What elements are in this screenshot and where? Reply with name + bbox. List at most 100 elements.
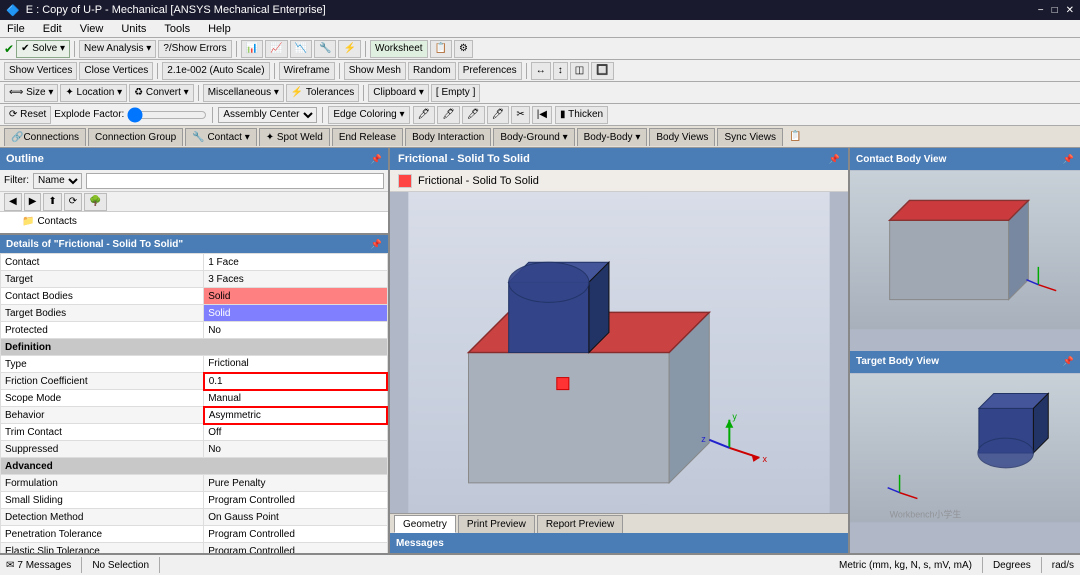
menu-help[interactable]: Help	[205, 23, 234, 35]
svg-text:y: y	[732, 412, 737, 422]
empty-button[interactable]: [ Empty ]	[431, 84, 480, 102]
details-value-detection-method[interactable]: On Gauss Point	[204, 509, 387, 526]
wireframe-button[interactable]: Wireframe	[279, 62, 335, 80]
solve-button[interactable]: ✔ Solve ▾	[16, 40, 70, 58]
tab-end-release[interactable]: End Release	[332, 128, 403, 146]
icon-btn-1[interactable]: 📊	[241, 40, 263, 58]
filter-input[interactable]	[86, 173, 384, 189]
tab-spot-weld[interactable]: ✦ Spot Weld	[259, 128, 330, 146]
outline-fwd-btn[interactable]: ▶	[24, 193, 42, 211]
tab-report-preview[interactable]: Report Preview	[537, 515, 623, 533]
edge-coloring-button[interactable]: Edge Coloring ▾	[328, 106, 409, 124]
menu-file[interactable]: File	[4, 23, 28, 35]
details-label-target: Target	[1, 271, 204, 288]
target-body-view[interactable]: Workbench小学生	[850, 373, 1080, 554]
edge-icon-1[interactable]: 🖊	[413, 106, 436, 124]
thicken-button[interactable]: ▮ Thicken	[555, 106, 608, 124]
worksheet-icon-btn[interactable]: 📋	[430, 40, 452, 58]
tab-connections[interactable]: 🔗 Connections	[4, 128, 86, 146]
tab-body-ground[interactable]: Body-Ground ▾	[493, 128, 574, 146]
outline-back-btn[interactable]: ◀	[4, 193, 22, 211]
view-btn-1[interactable]: ↔	[531, 62, 551, 80]
close-btn[interactable]: ✕	[1066, 5, 1074, 16]
preferences-button[interactable]: Preferences	[458, 62, 522, 80]
location-button[interactable]: ✦ Location ▾	[60, 84, 127, 102]
pin-btn[interactable]: 📌	[829, 154, 840, 165]
svg-text:Workbench小学生: Workbench小学生	[890, 508, 962, 519]
details-value-friction-coeff[interactable]: 0.1	[204, 373, 387, 390]
view-btn-2[interactable]: ↕	[553, 62, 568, 80]
details-value-elastic-slip[interactable]: Program Controlled	[204, 543, 387, 554]
tab-body-body[interactable]: Body-Body ▾	[577, 128, 648, 146]
edge-icon-4[interactable]: 🖊	[487, 106, 510, 124]
edge-icon-2[interactable]: 🖊	[437, 106, 460, 124]
details-value-formulation[interactable]: Pure Penalty	[204, 475, 387, 492]
icon-btn-4[interactable]: 🔧	[314, 40, 336, 58]
menu-units[interactable]: Units	[118, 23, 149, 35]
explode-slider[interactable]	[127, 108, 207, 122]
tab-contact[interactable]: 🔧 Contact ▾	[185, 128, 257, 146]
details-value-penetration-tol[interactable]: Program Controlled	[204, 526, 387, 543]
size-button[interactable]: ⟺ Size ▾	[4, 84, 58, 102]
show-mesh-button[interactable]: Show Mesh	[344, 62, 406, 80]
filter-type-select[interactable]: Name	[33, 173, 82, 189]
show-errors-button[interactable]: ?/Show Errors	[158, 40, 231, 58]
status-sep-1	[81, 557, 82, 573]
edge-icon-3[interactable]: 🖊	[462, 106, 485, 124]
details-value-trim-contact[interactable]: Off	[204, 424, 387, 441]
icon-btn-5[interactable]: ⚡	[338, 40, 360, 58]
details-value-protected[interactable]: No	[204, 322, 387, 339]
details-value-target[interactable]: 3 Faces	[204, 271, 387, 288]
details-value-behavior[interactable]: Asymmetric	[204, 407, 387, 424]
extra-icon-btn[interactable]: ⚙	[454, 40, 473, 58]
menu-edit[interactable]: Edit	[40, 23, 65, 35]
miscellaneous-button[interactable]: Miscellaneous ▾	[203, 84, 284, 102]
details-value-small-sliding[interactable]: Program Controlled	[204, 492, 387, 509]
icon-btn-2[interactable]: 📈	[265, 40, 287, 58]
outline-tree-btn[interactable]: 🌳	[84, 193, 106, 211]
details-value-contact-bodies[interactable]: Solid	[204, 288, 387, 305]
viewport-header: Frictional - Solid To Solid 📌	[390, 148, 848, 170]
tab-extra-icon[interactable]: 📋	[789, 131, 801, 142]
tree-item-contacts[interactable]: 📁 Contacts	[2, 214, 386, 229]
worksheet-button[interactable]: Worksheet	[370, 40, 428, 58]
clipboard-button[interactable]: Clipboard ▾	[368, 84, 429, 102]
view-btn-4[interactable]: 🔲	[591, 62, 613, 80]
details-value-suppressed[interactable]: No	[204, 441, 387, 458]
details-value-type[interactable]: Frictional	[204, 356, 387, 373]
contact-body-view[interactable]	[850, 170, 1080, 351]
contact-body-view-title: Contact Body View	[856, 154, 946, 165]
icon-btn-3[interactable]: 📉	[290, 40, 312, 58]
new-analysis-button[interactable]: New Analysis ▾	[79, 40, 156, 58]
view-btn-3[interactable]: ◫	[570, 62, 589, 80]
auto-scale-button[interactable]: 2.1e-002 (Auto Scale)	[162, 62, 269, 80]
maximize-btn[interactable]: □	[1052, 5, 1058, 16]
minimize-btn[interactable]: −	[1038, 5, 1044, 16]
show-vertices-button[interactable]: Show Vertices	[4, 62, 77, 80]
viewport-3d[interactable]: x y z	[390, 192, 848, 513]
title-bar-controls[interactable]: − □ ✕	[1038, 5, 1074, 16]
details-value-scope-mode[interactable]: Manual	[204, 390, 387, 407]
details-value-target-bodies[interactable]: Solid	[204, 305, 387, 322]
assembly-center-select[interactable]: Assembly Center	[218, 107, 317, 123]
filter-bar: Filter: Name	[0, 170, 388, 192]
menu-view[interactable]: View	[77, 23, 107, 35]
tab-body-views[interactable]: Body Views	[649, 128, 715, 146]
edge-icon-6[interactable]: |◀	[532, 106, 552, 124]
tab-sync-views[interactable]: Sync Views	[717, 128, 783, 146]
tab-connection-group[interactable]: Connection Group	[88, 128, 183, 146]
details-value-contact[interactable]: 1 Face	[204, 254, 387, 271]
tolerances-button[interactable]: ⚡ Tolerances	[286, 84, 359, 102]
convert-button[interactable]: ♻ Convert ▾	[129, 84, 194, 102]
status-sep-4	[1041, 557, 1042, 573]
reset-button[interactable]: ⟳ Reset	[4, 106, 51, 124]
tab-body-interaction[interactable]: Body Interaction	[405, 128, 491, 146]
tab-geometry[interactable]: Geometry	[394, 515, 456, 533]
edge-icon-5[interactable]: ✂	[511, 106, 529, 124]
random-button[interactable]: Random	[408, 62, 456, 80]
menu-tools[interactable]: Tools	[161, 23, 193, 35]
outline-up-btn[interactable]: ⬆	[43, 193, 61, 211]
tab-print-preview[interactable]: Print Preview	[458, 515, 535, 533]
outline-refresh-btn[interactable]: ⟳	[64, 193, 82, 211]
close-vertices-button[interactable]: Close Vertices	[79, 62, 153, 80]
